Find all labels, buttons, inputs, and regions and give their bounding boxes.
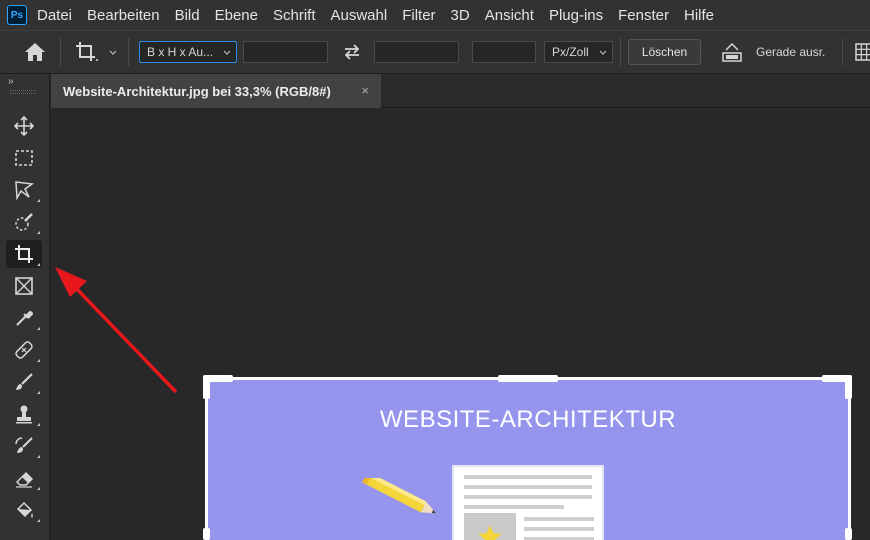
resolution-field[interactable] bbox=[472, 41, 536, 63]
options-bar: B x H x Au... Px/Zoll Löschen Gerade aus… bbox=[0, 30, 870, 74]
menu-filter[interactable]: Filter bbox=[402, 7, 435, 24]
paint-bucket-icon bbox=[16, 501, 33, 518]
tools-panel: » bbox=[0, 74, 50, 540]
menu-3d[interactable]: 3D bbox=[451, 7, 470, 24]
submenu-indicator bbox=[37, 199, 40, 202]
menu-bild[interactable]: Bild bbox=[175, 7, 200, 24]
height-field[interactable] bbox=[374, 41, 459, 63]
separator bbox=[128, 38, 129, 66]
lasso-tool[interactable] bbox=[6, 176, 42, 204]
separator bbox=[620, 38, 621, 66]
page-illustration bbox=[452, 465, 604, 540]
menu-bar: Ps Datei Bearbeiten Bild Ebene Schrift A… bbox=[0, 0, 870, 30]
move-icon bbox=[13, 115, 35, 137]
menu-bearbeiten[interactable]: Bearbeiten bbox=[87, 7, 160, 24]
quick-selection-icon bbox=[15, 213, 33, 231]
illustration-line bbox=[464, 495, 592, 499]
home-icon[interactable] bbox=[24, 42, 46, 62]
unit-select-value: Px/Zoll bbox=[552, 45, 589, 59]
brush-tool[interactable] bbox=[6, 368, 42, 396]
image-placeholder bbox=[464, 513, 516, 540]
rectangle-marquee-icon bbox=[15, 150, 33, 166]
separator bbox=[60, 38, 61, 66]
illustration-line bbox=[464, 475, 592, 479]
menu-ansicht[interactable]: Ansicht bbox=[485, 7, 534, 24]
straighten-label[interactable]: Gerade ausr. bbox=[756, 45, 825, 59]
menu-plug-ins[interactable]: Plug-ins bbox=[549, 7, 603, 24]
history-brush-icon bbox=[15, 437, 33, 453]
crop-handle-middle-right[interactable] bbox=[845, 528, 852, 540]
image-title: WEBSITE-ARCHITEKTUR bbox=[379, 406, 677, 433]
clear-button[interactable]: Löschen bbox=[628, 39, 701, 65]
unit-select[interactable]: Px/Zoll bbox=[544, 41, 613, 63]
document-image[interactable]: WEBSITE-ARCHITEKTUR bbox=[208, 380, 848, 540]
submenu-indicator bbox=[37, 487, 40, 490]
illustration-line bbox=[524, 517, 594, 521]
grid-overlay-icon[interactable] bbox=[854, 42, 870, 62]
crop-handle-top-right-vertical[interactable] bbox=[845, 375, 852, 399]
document-tab[interactable]: Website-Architektur.jpg bei 33,3% (RGB/8… bbox=[51, 74, 381, 108]
crop-handle-top-left-vertical[interactable] bbox=[203, 375, 210, 399]
menu-datei[interactable]: Datei bbox=[37, 7, 72, 24]
submenu-indicator bbox=[37, 455, 40, 458]
chevron-down-icon bbox=[599, 50, 607, 55]
ratio-preset-select[interactable]: B x H x Au... bbox=[139, 41, 237, 63]
submenu-indicator bbox=[37, 359, 40, 362]
photoshop-logo[interactable]: Ps bbox=[7, 5, 27, 25]
eraser-icon bbox=[15, 471, 34, 488]
menu-ebene[interactable]: Ebene bbox=[215, 7, 258, 24]
close-tab-button[interactable]: × bbox=[361, 83, 369, 98]
menu-fenster[interactable]: Fenster bbox=[618, 7, 669, 24]
crop-tool[interactable] bbox=[6, 240, 42, 268]
star-icon bbox=[478, 525, 502, 540]
submenu-indicator bbox=[37, 263, 40, 266]
submenu-indicator bbox=[37, 327, 40, 330]
marquee-tool[interactable] bbox=[6, 144, 42, 172]
illustration-line bbox=[464, 505, 564, 509]
eraser-tool[interactable] bbox=[6, 464, 42, 492]
submenu-indicator bbox=[37, 231, 40, 234]
menu-schrift[interactable]: Schrift bbox=[273, 7, 316, 24]
collapse-panel-button[interactable]: » bbox=[8, 76, 13, 87]
crop-tool-icon[interactable] bbox=[74, 40, 100, 64]
menu-hilfe[interactable]: Hilfe bbox=[684, 7, 714, 24]
paint-bucket-tool[interactable] bbox=[6, 496, 42, 524]
eyedropper-icon bbox=[16, 310, 34, 326]
healing-brush-tool[interactable] bbox=[6, 336, 42, 364]
clone-stamp-tool[interactable] bbox=[6, 400, 42, 428]
move-tool[interactable] bbox=[6, 112, 42, 140]
chevron-down-icon[interactable] bbox=[108, 48, 118, 58]
submenu-indicator bbox=[37, 519, 40, 522]
illustration-line bbox=[464, 485, 592, 489]
width-field[interactable] bbox=[243, 41, 328, 63]
crop-icon bbox=[15, 245, 33, 263]
panel-grip[interactable] bbox=[10, 90, 36, 94]
stamp-icon bbox=[16, 405, 32, 424]
frame-icon bbox=[15, 277, 33, 295]
crop-handle-middle-left[interactable] bbox=[203, 528, 210, 540]
pencil-illustration bbox=[362, 478, 437, 514]
frame-tool[interactable] bbox=[6, 272, 42, 300]
submenu-indicator bbox=[37, 423, 40, 426]
menu-auswahl[interactable]: Auswahl bbox=[331, 7, 388, 24]
ratio-preset-value: B x H x Au... bbox=[147, 45, 214, 59]
bandage-icon bbox=[15, 341, 33, 359]
swap-icon[interactable] bbox=[342, 43, 362, 61]
brush-icon bbox=[16, 373, 33, 390]
history-brush-tool[interactable] bbox=[6, 432, 42, 460]
submenu-indicator bbox=[37, 391, 40, 394]
polygonal-lasso-icon bbox=[15, 181, 34, 201]
eyedropper-tool[interactable] bbox=[6, 304, 42, 332]
crop-handle-top-middle[interactable] bbox=[498, 375, 558, 382]
quick-selection-tool[interactable] bbox=[6, 208, 42, 236]
document-tab-strip: Website-Architektur.jpg bei 33,3% (RGB/8… bbox=[51, 74, 870, 108]
chevron-down-icon bbox=[223, 50, 231, 55]
illustration-line bbox=[524, 527, 594, 531]
document-tab-title: Website-Architektur.jpg bei 33,3% (RGB/8… bbox=[63, 83, 331, 99]
straighten-icon[interactable] bbox=[720, 41, 744, 63]
separator bbox=[842, 38, 843, 66]
